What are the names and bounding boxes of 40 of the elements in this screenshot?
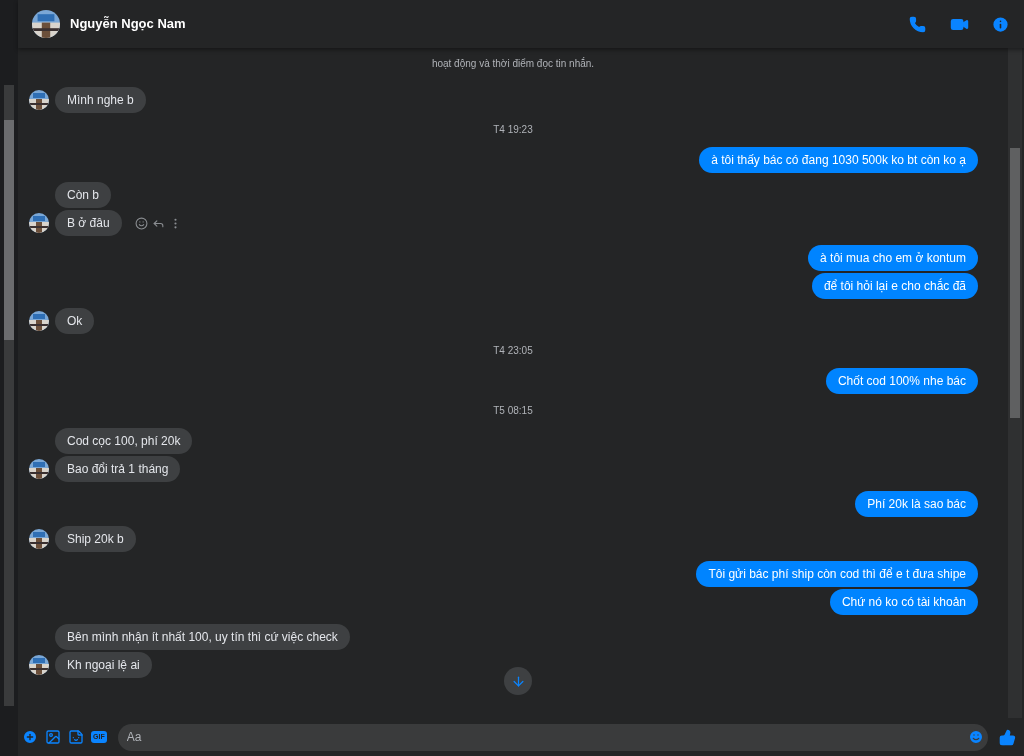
message-bubble: Kh ngoại lệ ai	[55, 652, 152, 678]
avatar	[29, 311, 49, 331]
message-bubble: Ship 20k b	[55, 526, 136, 552]
react-icon[interactable]	[134, 216, 148, 230]
scrollbar[interactable]	[4, 85, 14, 706]
avatar	[29, 213, 49, 233]
message-bubble: à tôi thấy bác có đang 1030 500k ko bt còn ko ạ	[699, 147, 978, 173]
like-icon[interactable]	[999, 728, 1016, 746]
arrow-down-icon	[510, 673, 526, 689]
message-bubble: à tôi mua cho em ở kontum	[808, 245, 978, 271]
add-icon[interactable]	[22, 729, 38, 745]
message-bubble: Chứ nó ko có tài khoản	[829, 589, 978, 615]
message-bubble: B ở đâu	[55, 210, 122, 236]
timestamp: T5 08:15	[493, 404, 533, 418]
message-bubble: để tôi hỏi lại e cho chắc đã	[811, 273, 978, 299]
scrollbar[interactable]	[1008, 48, 1022, 718]
message-input[interactable]: Aa	[117, 723, 988, 751]
timestamp: T4 23:05	[493, 344, 533, 358]
message-bubble: Phí 20k là sao bác	[855, 491, 978, 517]
timestamp: T4 19:23	[493, 123, 533, 137]
phone-icon[interactable]	[909, 15, 926, 33]
contact-name[interactable]: Nguyễn Ngọc Nam	[70, 14, 186, 34]
notice-text: hoạt động và thời điểm đọc tin nhắn.	[431, 56, 595, 71]
avatar	[29, 90, 49, 110]
message-bubble: Bao đổi trả 1 tháng	[55, 456, 181, 482]
avatar	[32, 10, 60, 38]
image-icon[interactable]	[45, 729, 61, 745]
avatar	[29, 529, 49, 549]
message-bubble: Chốt cod 100% nhe bác	[825, 368, 978, 394]
avatar	[29, 459, 49, 479]
sticker-icon[interactable]	[68, 729, 84, 745]
message-bubble: Bên mình nhận ít nhất 100, uy tín thì cứ việc check	[55, 624, 350, 650]
avatar	[29, 655, 49, 675]
message-bubble: Còn b	[55, 182, 112, 208]
scroll-down-button[interactable]	[504, 667, 532, 695]
info-icon[interactable]	[991, 14, 1010, 34]
message-bubble: Ok	[55, 308, 95, 334]
message-bubble: Cod cọc 100, phí 20k	[55, 428, 193, 454]
message-bubble: Tôi gửi bác phí ship còn cod thì để e t đưa shipe	[696, 561, 978, 587]
message-bubble: Mình nghe b	[55, 87, 146, 113]
